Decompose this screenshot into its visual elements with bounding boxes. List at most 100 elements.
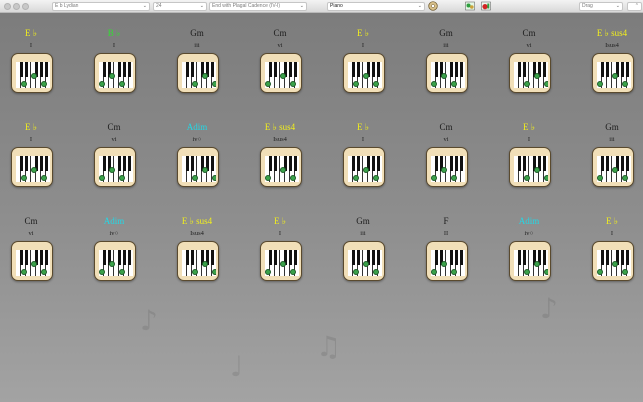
piano-chord-button[interactable] (177, 241, 219, 281)
mode-select[interactable]: E b Lydian ⌄ (52, 2, 150, 11)
piano-chord-button[interactable] (509, 241, 551, 281)
black-key (44, 62, 48, 77)
black-key (434, 250, 438, 265)
black-key (605, 156, 609, 171)
chord-name: Cm (439, 122, 453, 132)
note-wheel-icon[interactable] (428, 1, 438, 11)
piano-chord-button[interactable] (11, 53, 53, 93)
black-key (459, 62, 463, 77)
background-music-note-icon: ♪ (540, 292, 558, 325)
piano-chord-button[interactable] (509, 53, 551, 93)
black-key (39, 156, 43, 171)
piano-chord-button[interactable] (343, 147, 385, 187)
pressed-key-marker (212, 81, 216, 87)
piano-keyboard (265, 250, 299, 276)
pressed-key-marker (544, 269, 548, 275)
black-key (356, 250, 360, 265)
piano-chord-button[interactable] (177, 53, 219, 93)
roman-numeral: I (29, 136, 33, 143)
piano-keyboard (182, 62, 216, 88)
piano-chord-button[interactable] (11, 241, 53, 281)
roman-numeral: iv○ (524, 230, 534, 237)
piano-keyboard (514, 156, 548, 182)
chord-name: E ♭ (25, 28, 37, 38)
black-key (24, 62, 28, 77)
piano-keyboard (99, 62, 133, 88)
roman-numeral: I (527, 136, 531, 143)
piano-keyboard (597, 62, 631, 88)
chevron-down-icon: ⌄ (417, 3, 422, 9)
black-key (454, 156, 458, 171)
piano-chord-button[interactable] (592, 241, 634, 281)
piano-chord-button[interactable] (260, 147, 302, 187)
piano-chord-button[interactable] (260, 241, 302, 281)
black-key (600, 156, 604, 171)
piano-chord-button[interactable] (94, 147, 136, 187)
black-key (293, 156, 297, 171)
pressed-key-marker (544, 81, 548, 87)
piano-chord-button[interactable] (94, 241, 136, 281)
piano-chord-button[interactable] (426, 53, 468, 93)
chord-name: Gm (356, 216, 370, 226)
chord-name: E ♭ (357, 28, 369, 38)
black-key (122, 62, 126, 77)
piano-chord-button[interactable] (343, 53, 385, 93)
roman-numeral: iii (609, 136, 615, 143)
chevron-down-icon: ⌃ (634, 3, 639, 9)
roman-numeral: I (278, 230, 282, 237)
instrument-select-value: Piano (330, 3, 343, 9)
black-key (517, 250, 521, 265)
piano-chord-button[interactable] (11, 147, 53, 187)
minimize-window-icon[interactable] (13, 3, 20, 10)
black-key (24, 156, 28, 171)
piano-chord-button[interactable] (426, 241, 468, 281)
black-key (600, 62, 604, 77)
black-key (185, 156, 189, 171)
piano-keyboard (99, 156, 133, 182)
chord-name: E ♭ (523, 122, 535, 132)
black-key (376, 62, 380, 77)
piano-keyboard (514, 250, 548, 276)
black-key (185, 62, 189, 77)
chord-name: E ♭ sus4 (264, 122, 296, 132)
cadence-select[interactable]: End with Plagal Cadence (IV-I) ⌄ (209, 2, 307, 11)
piano-keyboard (431, 62, 465, 88)
piano-keyboard (265, 62, 299, 88)
chord-name: Adim (518, 216, 540, 226)
tree-bell-icon[interactable] (465, 1, 475, 11)
piano-chord-button[interactable] (592, 147, 634, 187)
black-key (605, 250, 609, 265)
roman-numeral: Isus4 (273, 136, 287, 143)
black-key (542, 62, 546, 77)
black-key (39, 250, 43, 265)
chord-name: Adim (186, 122, 208, 132)
piano-keyboard (265, 156, 299, 182)
piano-chord-button[interactable] (343, 241, 385, 281)
chevron-down-icon: ⌄ (199, 3, 204, 9)
black-key (434, 156, 438, 171)
black-key (44, 250, 48, 265)
chord-name: Cm (522, 28, 536, 38)
black-key (517, 62, 521, 77)
piano-keyboard (182, 156, 216, 182)
black-key (288, 156, 292, 171)
apple-icon[interactable] (481, 1, 491, 11)
piano-chord-button[interactable] (426, 147, 468, 187)
bars-select[interactable]: 24 ⌄ (153, 2, 207, 11)
piano-chord-button[interactable] (592, 53, 634, 93)
search-field[interactable]: Drag ⌄ (579, 2, 623, 11)
piano-chord-button[interactable] (260, 53, 302, 93)
roman-numeral: vi (526, 42, 532, 49)
instrument-select[interactable]: Piano ⌄ (327, 2, 425, 11)
zoom-window-icon[interactable] (22, 3, 29, 10)
black-key (625, 156, 629, 171)
black-key (620, 156, 624, 171)
pressed-key-marker (544, 175, 548, 181)
piano-chord-button[interactable] (94, 53, 136, 93)
window-scroll-control[interactable]: ⌃ (627, 2, 642, 11)
chevron-down-icon: ⌄ (615, 3, 620, 9)
piano-chord-button[interactable] (177, 147, 219, 187)
black-key (376, 250, 380, 265)
close-window-icon[interactable] (4, 3, 11, 10)
piano-chord-button[interactable] (509, 147, 551, 187)
